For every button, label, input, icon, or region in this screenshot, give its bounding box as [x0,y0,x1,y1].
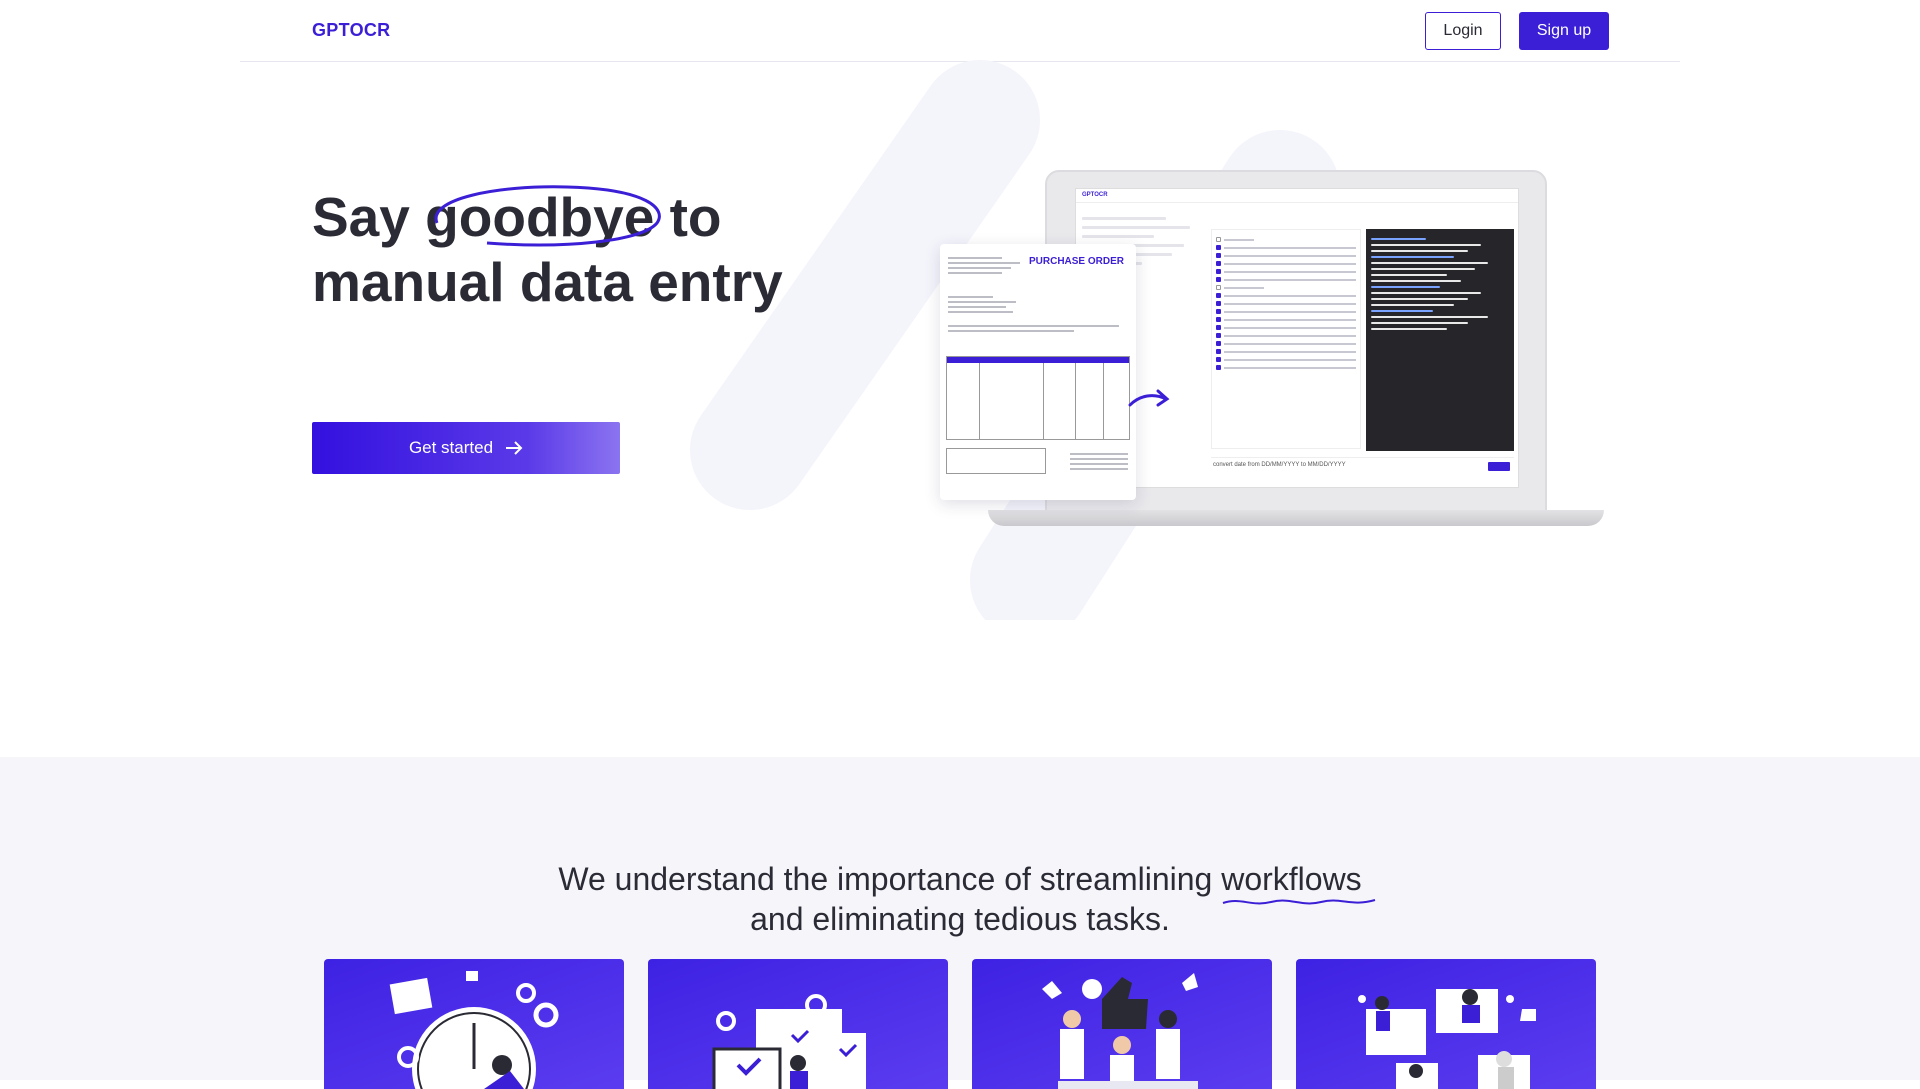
login-button[interactable]: Login [1425,12,1501,50]
clock-person-illustration [389,971,559,1089]
hero-title-part1: Say [312,186,426,248]
tagline-part2: and eliminating tedious tasks. [750,901,1170,937]
highlight-word-workflows: workflows [1221,861,1362,897]
circle-scribble-icon [434,185,662,247]
get-started-button[interactable]: Get started [312,422,620,474]
squiggle-underline-icon [1222,899,1376,905]
app-topbar: GPTOCR [1076,189,1518,203]
result-tree [1211,229,1361,449]
feature-card-3 [972,959,1272,1089]
app-screenshot: GPTOCR convert date from DD/MM/YYYY to M… [1075,188,1519,488]
query-text: convert date from DD/MM/YYYY to MM/DD/YY… [1213,462,1346,468]
team-thumbs-up-illustration [1042,973,1198,1089]
po-title: PURCHASE ORDER [1028,256,1124,267]
signup-button[interactable]: Sign up [1519,12,1609,50]
apply-button [1488,462,1510,471]
remote-team-illustration [1358,989,1536,1089]
section-tagline: We understand the importance of streamli… [0,859,1920,939]
features-section: We understand the importance of streamli… [0,757,1920,1089]
get-started-label: Get started [408,438,494,457]
json-output-panel [1366,229,1514,451]
query-input: convert date from DD/MM/YYYY to MM/DD/YY… [1211,457,1514,473]
laptop-base [988,510,1604,526]
hero-title-highlight: goodbye [425,185,662,250]
arrow-right-icon [506,441,523,455]
logo[interactable]: GPTOCR [312,20,390,41]
tagline-highlight: workflows [1221,859,1376,905]
hero-title: Say goodbye to manual data entry [312,185,832,315]
curved-arrow-icon [1128,389,1170,407]
top-nav: GPTOCR Login Sign up [240,0,1680,62]
feature-card-4 [1296,959,1596,1089]
devices-checkmarks-illustration [712,994,866,1089]
purchase-order-document: PURCHASE ORDER [940,244,1136,500]
tagline-part1: We understand the importance of streamli… [558,861,1222,897]
po-table [946,356,1130,440]
feature-card-1 [324,959,624,1089]
feature-card-2 [648,959,948,1089]
